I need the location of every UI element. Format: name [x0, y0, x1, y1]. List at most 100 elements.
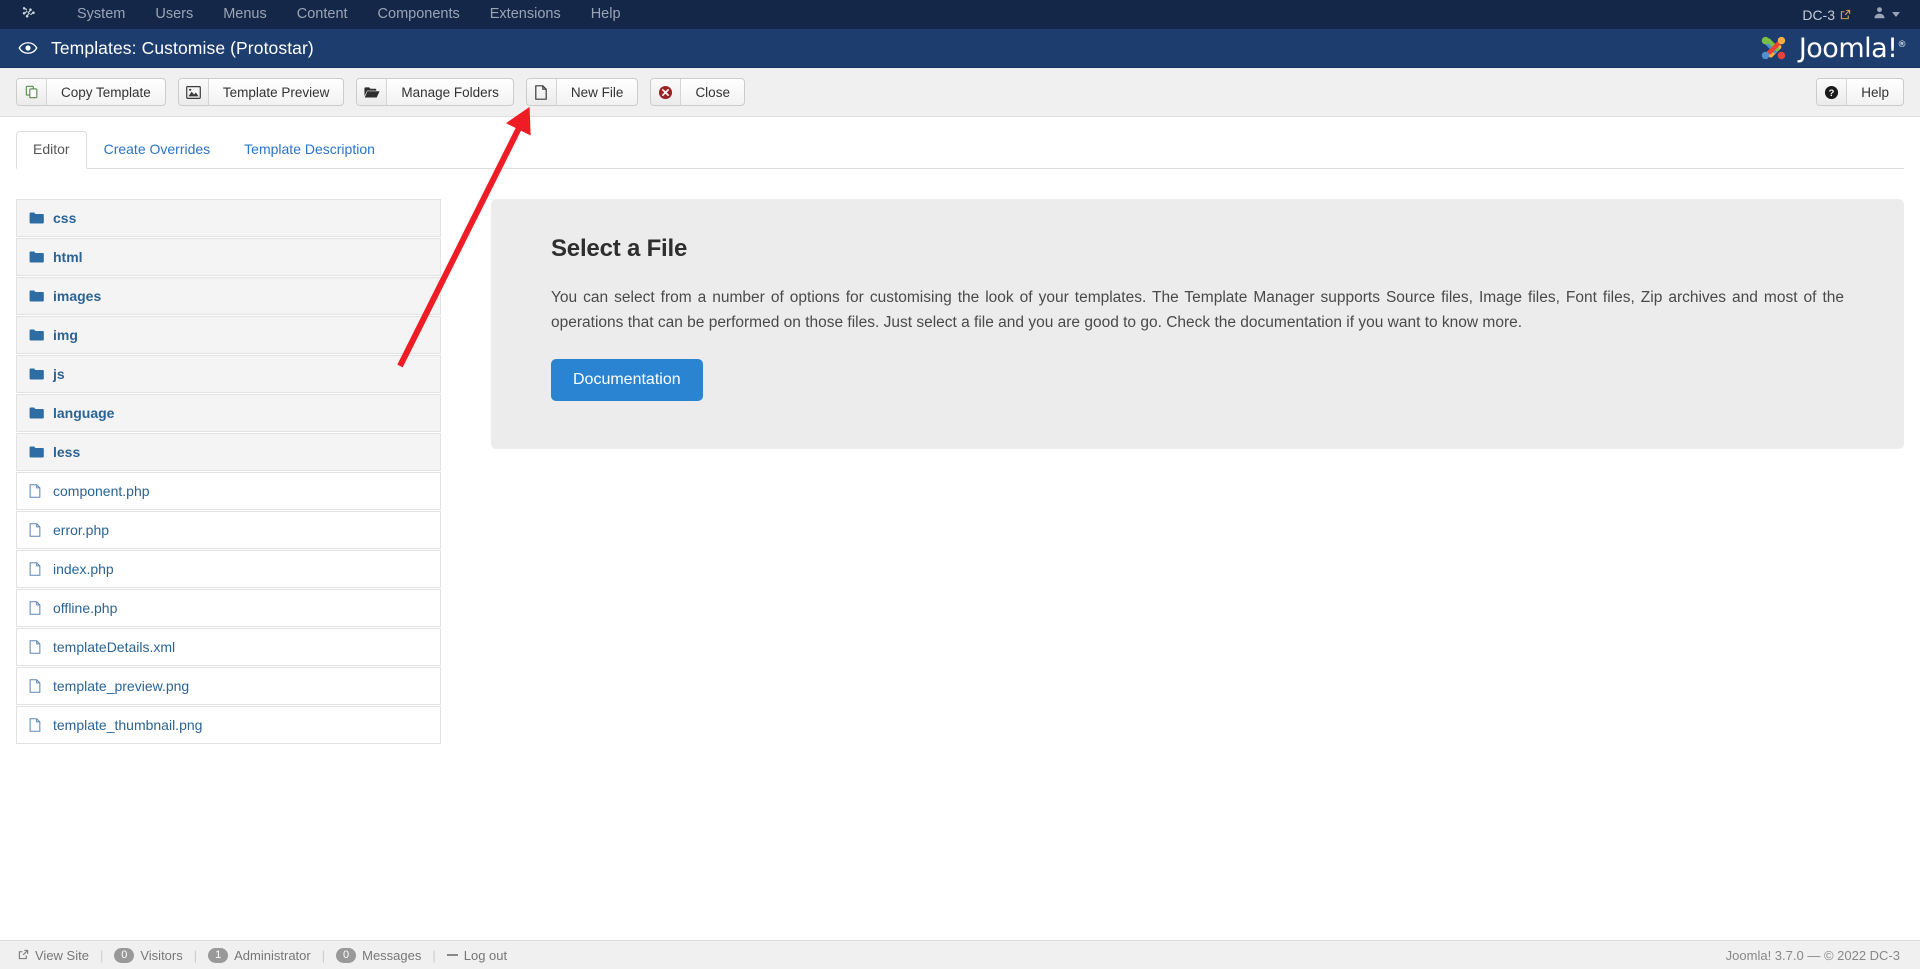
toolbar: Copy Template Template Preview Manage Fo… [0, 68, 1920, 117]
select-file-panel: Select a File You can select from a numb… [491, 198, 1904, 449]
toolbar-right: ? Help [1816, 78, 1904, 106]
tab-create-overrides[interactable]: Create Overrides [87, 131, 228, 169]
messages-count-badge: 0 [336, 947, 357, 963]
file-name: less [53, 443, 81, 460]
tabs-container: Editor Create Overrides Template Descrip… [0, 117, 1920, 169]
folder-icon [29, 446, 49, 458]
tab-editor[interactable]: Editor [16, 131, 87, 169]
file-row[interactable]: index.php [16, 549, 441, 588]
template-preview-button[interactable]: Template Preview [177, 78, 345, 106]
toolbar-button-manage-folders-group: Manage Folders [356, 78, 514, 106]
menu-item-content[interactable]: Content [282, 0, 363, 29]
file-icon [29, 522, 49, 537]
joomla-logo: Joomla!® [1756, 31, 1906, 65]
folder-icon [29, 407, 49, 419]
visitors-count-badge: 0 [114, 947, 135, 963]
file-row[interactable]: less [16, 432, 441, 471]
close-button[interactable]: Close [650, 78, 745, 106]
file-row[interactable]: error.php [16, 510, 441, 549]
menu-item-help[interactable]: Help [576, 0, 636, 29]
toolbar-button-close-group: Close [650, 78, 745, 106]
copy-template-button[interactable]: Copy Template [16, 78, 166, 106]
version-label: Joomla! 3.7.0 — © 2022 DC-3 [1725, 947, 1900, 963]
view-site-link[interactable]: View Site [18, 948, 100, 963]
folder-icon [29, 329, 49, 341]
user-icon [1873, 6, 1886, 24]
menu-item-extensions[interactable]: Extensions [475, 0, 576, 29]
svg-text:?: ? [1829, 87, 1835, 97]
joomla-logo-mark [1761, 36, 1785, 60]
file-row[interactable]: template_preview.png [16, 666, 441, 705]
file-row[interactable]: img [16, 315, 441, 354]
top-menu: System Users Menus Content Components Ex… [62, 0, 636, 29]
file-row[interactable]: js [16, 354, 441, 393]
image-icon [178, 79, 209, 105]
file-name: templateDetails.xml [53, 638, 176, 655]
documentation-button[interactable]: Documentation [551, 358, 703, 401]
copy-template-label: Copy Template [61, 84, 151, 100]
cancel-circle-icon [651, 79, 682, 105]
visitors-status[interactable]: 0 Visitors [103, 947, 193, 963]
administrator-status[interactable]: 1 Administrator [197, 947, 322, 963]
manage-folders-button[interactable]: Manage Folders [356, 78, 514, 106]
administrator-count-badge: 1 [208, 947, 229, 963]
file-name: component.php [53, 482, 150, 499]
help-button[interactable]: ? Help [1816, 78, 1904, 106]
file-icon [29, 600, 49, 615]
external-link-icon [18, 948, 29, 963]
external-link-icon [1840, 7, 1851, 23]
logout-link[interactable]: Log out [436, 948, 518, 963]
file-row[interactable]: templateDetails.xml [16, 627, 441, 666]
tab-template-description[interactable]: Template Description [227, 131, 392, 169]
file-name: html [53, 248, 83, 265]
visitors-label: Visitors [140, 947, 183, 963]
file-name: js [53, 365, 65, 382]
new-file-button[interactable]: New File [525, 78, 639, 106]
file-row[interactable]: template_thumbnail.png [16, 705, 441, 744]
file-row[interactable]: html [16, 237, 441, 276]
file-name: offline.php [53, 599, 118, 616]
copy-icon [17, 79, 47, 105]
file-name: error.php [53, 521, 110, 538]
main-content: css html images img js language less com… [0, 169, 1920, 946]
panel-heading: Select a File [551, 234, 688, 262]
file-row[interactable]: css [16, 198, 441, 237]
site-name-link[interactable]: DC-3 [1802, 7, 1873, 23]
file-icon [29, 483, 49, 498]
file-name: images [53, 287, 102, 304]
menu-item-components[interactable]: Components [363, 0, 475, 29]
file-row[interactable]: language [16, 393, 441, 432]
menu-item-menus[interactable]: Menus [208, 0, 282, 29]
page-root: System Users Menus Content Components Ex… [0, 0, 1920, 969]
page-title-text: Templates: Customise (Protostar) [51, 37, 314, 58]
toolbar-button-template-preview-group: Template Preview [177, 78, 345, 106]
chevron-down-icon [1892, 12, 1900, 17]
file-icon [29, 561, 49, 576]
messages-status[interactable]: 0 Messages [325, 947, 432, 963]
question-circle-icon: ? [1817, 79, 1848, 105]
file-name: language [53, 404, 115, 421]
file-icon [526, 79, 557, 105]
menu-item-system[interactable]: System [62, 0, 140, 29]
folder-icon [29, 290, 49, 302]
close-label: Close [695, 84, 730, 100]
file-row[interactable]: images [16, 276, 441, 315]
file-name: img [53, 326, 78, 343]
file-icon [29, 717, 49, 732]
user-menu-button[interactable] [1873, 6, 1906, 24]
folder-open-icon [357, 79, 388, 105]
panel-body-text: You can select from a number of options … [551, 288, 1844, 331]
joomla-wordmark: Joomla! [1798, 32, 1898, 64]
menu-item-users[interactable]: Users [140, 0, 208, 29]
file-row[interactable]: component.php [16, 471, 441, 510]
site-name-label: DC-3 [1802, 6, 1835, 23]
file-row[interactable]: offline.php [16, 588, 441, 627]
folder-icon [29, 368, 49, 380]
manage-folders-label: Manage Folders [401, 84, 499, 100]
joomla-mark-icon[interactable] [18, 4, 40, 26]
file-name: template_preview.png [53, 677, 190, 694]
messages-label: Messages [362, 947, 422, 963]
page-title: Templates: Customise (Protostar) [18, 38, 314, 59]
toolbar-button-copy-template-group: Copy Template [16, 78, 166, 106]
page-header: Templates: Customise (Protostar) Joomla!… [0, 29, 1920, 68]
